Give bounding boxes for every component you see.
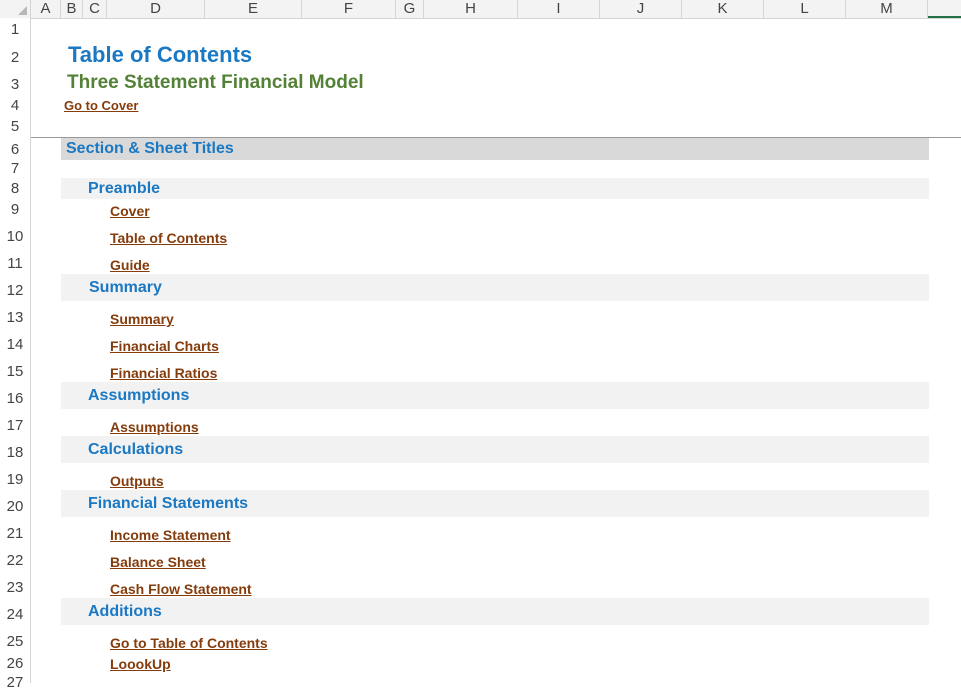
row-header[interactable]: 17: [0, 417, 30, 434]
link-go-to-table-of-contents[interactable]: Go to Table of Contents: [110, 635, 268, 651]
row-header[interactable]: 6: [0, 141, 30, 158]
column-header-J[interactable]: J: [600, 0, 682, 18]
row-header[interactable]: 18: [0, 444, 30, 461]
row-header[interactable]: 19: [0, 471, 30, 488]
link-income-statement[interactable]: Income Statement: [110, 527, 231, 543]
row-header[interactable]: 26: [0, 655, 30, 672]
column-header-M[interactable]: M: [846, 0, 928, 18]
row-header[interactable]: 24: [0, 606, 30, 623]
column-header-bar: A B C D E F G H I J K L M: [0, 0, 961, 19]
row-header[interactable]: 3: [0, 76, 30, 93]
row-header[interactable]: 22: [0, 552, 30, 569]
row-header[interactable]: 7: [0, 160, 30, 177]
column-header-E[interactable]: E: [205, 0, 302, 18]
link-outputs[interactable]: Outputs: [110, 473, 164, 489]
group-band-preamble: [61, 178, 929, 199]
link-loookup[interactable]: LoookUp: [110, 656, 171, 672]
group-band-additions: [61, 598, 929, 625]
row-header[interactable]: 8: [0, 180, 30, 197]
row-header[interactable]: 16: [0, 390, 30, 407]
row-header[interactable]: 10: [0, 228, 30, 245]
link-cover[interactable]: Cover: [110, 203, 150, 219]
selected-column-indicator: [928, 16, 961, 18]
group-title-additions: Additions: [88, 603, 162, 620]
group-band-summary: [61, 274, 929, 301]
link-summary[interactable]: Summary: [110, 311, 174, 327]
link-assumptions[interactable]: Assumptions: [110, 419, 199, 435]
section-header-title: Section & Sheet Titles: [66, 140, 234, 157]
link-cash-flow-statement[interactable]: Cash Flow Statement: [110, 581, 252, 597]
go-to-cover-link[interactable]: Go to Cover: [64, 98, 138, 113]
group-title-preamble: Preamble: [88, 180, 161, 197]
group-title-summary: Summary: [89, 279, 162, 296]
column-header-F[interactable]: F: [302, 0, 396, 18]
row-header[interactable]: 11: [0, 255, 30, 272]
group-title-assumptions: Assumptions: [88, 387, 190, 404]
column-header-A[interactable]: A: [31, 0, 61, 18]
row-header[interactable]: 1: [0, 21, 30, 38]
column-header-K[interactable]: K: [682, 0, 764, 18]
column-header-H[interactable]: H: [424, 0, 518, 18]
column-header-I[interactable]: I: [518, 0, 600, 18]
link-financial-ratios[interactable]: Financial Ratios: [110, 365, 217, 381]
page-subtitle: Three Statement Financial Model: [67, 72, 364, 93]
link-guide[interactable]: Guide: [110, 257, 150, 273]
row-header[interactable]: 15: [0, 363, 30, 380]
row-header[interactable]: 25: [0, 633, 30, 650]
link-table-of-contents[interactable]: Table of Contents: [110, 230, 227, 246]
column-header-D[interactable]: D: [107, 0, 205, 18]
link-balance-sheet[interactable]: Balance Sheet: [110, 554, 206, 570]
column-header-C[interactable]: C: [83, 0, 107, 18]
group-title-calculations: Calculations: [88, 441, 184, 458]
group-band-calculations: [61, 436, 929, 463]
group-band-assumptions: [61, 382, 929, 409]
row-header[interactable]: 4: [0, 97, 30, 114]
row-header[interactable]: 21: [0, 525, 30, 542]
row-header[interactable]: 5: [0, 118, 30, 135]
row-header-bar: 1 2 3 4 5 6 7 8 9 10 11 12 13 14 15 16 1…: [0, 18, 31, 691]
row-header[interactable]: 13: [0, 309, 30, 326]
select-all-corner[interactable]: [0, 0, 31, 18]
row-header[interactable]: 23: [0, 579, 30, 596]
link-financial-charts[interactable]: Financial Charts: [110, 338, 219, 354]
column-header-B[interactable]: B: [61, 0, 83, 18]
row-header[interactable]: 9: [0, 201, 30, 218]
row-header[interactable]: 2: [0, 49, 30, 66]
row-header[interactable]: 20: [0, 498, 30, 515]
row-header[interactable]: 14: [0, 336, 30, 353]
group-title-financial-statements: Financial Statements: [88, 495, 249, 512]
column-header-G[interactable]: G: [396, 0, 424, 18]
page-title: Table of Contents: [68, 42, 253, 67]
column-header-L[interactable]: L: [764, 0, 846, 18]
row-header[interactable]: 12: [0, 282, 30, 299]
